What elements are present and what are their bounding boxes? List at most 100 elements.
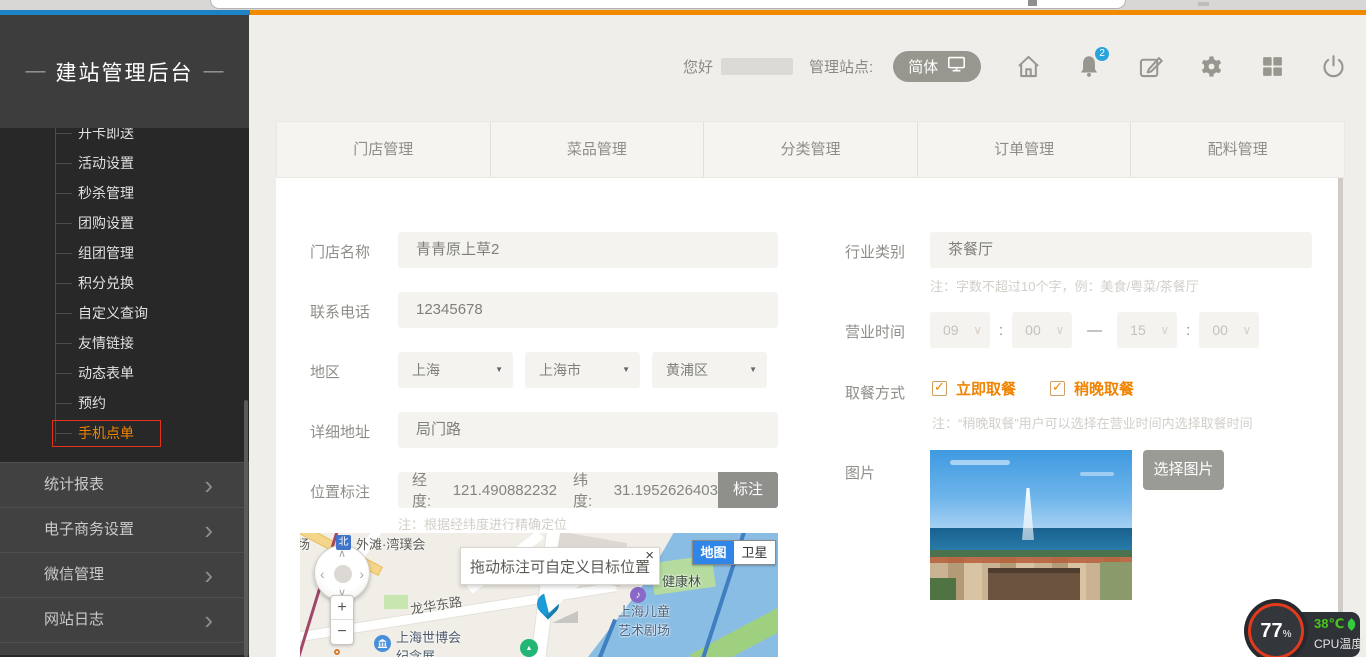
end-hour-select[interactable]: 15 ∨ — [1117, 312, 1177, 348]
sidebar-submenu: 开卡即送 活动设置 秒杀管理 团购设置 组团管理 积分兑换 自定义查询 友情链接… — [0, 128, 249, 462]
tab-order-management[interactable]: 订单管理 — [918, 122, 1132, 177]
sidebar-item-shoujidiandan-active[interactable]: 手机点单 — [0, 418, 249, 448]
start-hour-value: 09 — [943, 322, 959, 338]
title-dash-right: — — [204, 60, 224, 83]
map-view-button[interactable]: 地图 — [693, 541, 734, 564]
pickup-label: 取餐方式 — [845, 382, 905, 403]
sidebar-title: — 建站管理后台 — — [0, 15, 249, 128]
region-label: 地区 — [310, 361, 340, 382]
industry-input[interactable]: 茶餐厅 — [930, 232, 1312, 268]
map-pan-control[interactable]: ∧ ∨ ‹ › — [314, 545, 370, 601]
location-note: 注：根据经纬度进行精确定位 — [398, 514, 567, 533]
tab-store-management[interactable]: 门店管理 — [277, 122, 491, 177]
chevron-down-icon: ∨ — [1160, 312, 1169, 348]
sidebar-item-youqinglianjie[interactable]: 友情链接 — [0, 328, 249, 358]
start-hour-select[interactable]: 09 ∨ — [930, 312, 990, 348]
dropdown-caret-icon: ▼ — [749, 352, 757, 388]
map-label-partial: 场 — [300, 534, 310, 553]
map-widget[interactable]: 场 外滩·湾璞会 龙华东路 健康林 上海儿童 艺术剧场 上海世博会 纪念展 ♪ … — [300, 533, 778, 657]
chevron-right-icon: › — [204, 463, 213, 507]
close-icon[interactable]: × — [645, 547, 654, 564]
sidebar-item-zidingyichaxun[interactable]: 自定义查询 — [0, 298, 249, 328]
checkbox-checked[interactable]: ✓ — [932, 381, 947, 396]
browser-address-bar[interactable] — [210, 0, 1126, 9]
phone-label: 联系电话 — [310, 301, 370, 322]
address-input[interactable]: 局门路 — [398, 412, 778, 448]
end-minute-select[interactable]: 00 ∨ — [1199, 312, 1259, 348]
photo-cloud — [950, 460, 1010, 465]
sidebar-item-jifenduihuan[interactable]: 积分兑换 — [0, 268, 249, 298]
image-label: 图片 — [845, 462, 875, 483]
pickup-later-option[interactable]: ✓ 稍晚取餐 — [1050, 378, 1134, 399]
section-label: 微信管理 — [44, 566, 104, 583]
cpu-usage-ring: 77 % — [1248, 603, 1304, 657]
sidebar-item-tuangoushezhi[interactable]: 团购设置 — [0, 208, 249, 238]
page-title: 建站管理后台 — [56, 57, 194, 87]
pickup-note: 注：“稍晚取餐”用户可以选择在营业时间内选择取餐时间 — [932, 413, 1253, 432]
latitude-value: 31.1952626403 — [614, 482, 718, 499]
satellite-view-button[interactable]: 卫星 — [734, 541, 775, 564]
province-select[interactable]: 上海 ▼ — [398, 352, 513, 388]
map-label-expo: 上海世博会 纪念展 — [396, 627, 461, 657]
photo-trees — [930, 578, 956, 600]
pan-left-icon[interactable]: ‹ — [320, 566, 325, 582]
industry-note: 注：字数不超过10个字，例：美食/粤菜/茶餐厅 — [930, 276, 1199, 295]
sidebar-section-wangzhanrizhi[interactable]: 网站日志 › — [0, 597, 249, 642]
photo-trees — [1100, 562, 1132, 600]
start-minute-select[interactable]: 00 ∨ — [1012, 312, 1072, 348]
tab-dish-management[interactable]: 菜品管理 — [491, 122, 705, 177]
sidebar-section-weixinguanli[interactable]: 微信管理 › — [0, 552, 249, 597]
cpu-text: 38℃ CPU温度 — [1314, 616, 1363, 652]
cpu-temp-row: 38℃ — [1314, 616, 1363, 632]
phone-input[interactable]: 12345678 — [398, 292, 778, 328]
tab-category-management[interactable]: 分类管理 — [704, 122, 918, 177]
content-area: 门店管理 菜品管理 分类管理 订单管理 配料管理 门店名称 青青原上草2 联系电… — [249, 15, 1366, 657]
pickup-now-option[interactable]: ✓ 立即取餐 — [932, 378, 1016, 399]
store-name-input[interactable]: 青青原上草2 — [398, 232, 778, 268]
sidebar-item-kaikajisong[interactable]: 开卡即送 — [0, 128, 249, 148]
sidebar-section-dianzishangwu[interactable]: 电子商务设置 › — [0, 507, 249, 552]
sidebar-scrollbar[interactable] — [244, 400, 248, 657]
active-item-box[interactable]: 手机点单 — [52, 420, 161, 447]
pan-right-icon[interactable]: › — [359, 566, 364, 582]
pan-knob[interactable] — [334, 565, 352, 583]
sidebar-item-zutuanguanli[interactable]: 组团管理 — [0, 238, 249, 268]
sidebar-section-tongjibaobiao[interactable]: 统计报表 › — [0, 462, 249, 507]
map-zoom-control: + − — [330, 595, 354, 645]
district-select[interactable]: 黄浦区 ▼ — [652, 352, 767, 388]
sidebar-item-dongtaibiaodan[interactable]: 动态表单 — [0, 358, 249, 388]
zoom-out-button[interactable]: − — [331, 620, 353, 644]
city-select[interactable]: 上海市 ▼ — [525, 352, 640, 388]
content-scrollbar[interactable] — [1338, 178, 1343, 657]
mark-button[interactable]: 标注 — [718, 472, 778, 508]
cpu-usage-circle[interactable]: 77 % — [1244, 599, 1308, 657]
screen: — 建站管理后台 — 开卡即送 活动设置 秒杀管理 团购设置 组团管理 积分兑换… — [0, 0, 1366, 657]
choose-image-button[interactable]: 选择图片 — [1143, 450, 1224, 490]
cpu-percent-unit: % — [1283, 629, 1292, 640]
sidebar-item-yuyue[interactable]: 预约 — [0, 388, 249, 418]
dropdown-caret-icon: ▼ — [495, 352, 503, 388]
theater-line2: 艺术剧场 — [618, 620, 670, 639]
chevron-right-icon: › — [204, 508, 213, 552]
cpu-percent: 77 — [1260, 620, 1282, 643]
browser-icon-fragment — [1028, 0, 1037, 6]
chevron-down-icon: ∨ — [973, 312, 982, 348]
section-label: 电子商务设置 — [44, 521, 134, 538]
coordinates-field[interactable]: 经度: 121.490882232 纬度: 31.1952626403 — [398, 472, 718, 508]
time-colon: : — [999, 322, 1003, 339]
map-poi-dot — [334, 649, 340, 655]
tab-ingredient-management[interactable]: 配料管理 — [1131, 122, 1344, 177]
leaf-icon — [1345, 618, 1358, 631]
sidebar-item-huodongshezhi[interactable]: 活动设置 — [0, 148, 249, 178]
sidebar-item-miaoshaguanli[interactable]: 秒杀管理 — [0, 178, 249, 208]
zoom-in-button[interactable]: + — [331, 596, 353, 620]
expo-line1: 上海世博会 — [396, 627, 461, 646]
time-range-dash: — — [1087, 322, 1102, 339]
chevron-right-icon: › — [204, 553, 213, 597]
section-label: 统计报表 — [44, 476, 104, 493]
start-minute-value: 00 — [1025, 322, 1041, 338]
location-label: 位置标注 — [310, 481, 370, 502]
industry-label: 行业类别 — [845, 241, 905, 262]
checkbox-checked[interactable]: ✓ — [1050, 381, 1065, 396]
museum-poi-icon — [374, 635, 391, 652]
